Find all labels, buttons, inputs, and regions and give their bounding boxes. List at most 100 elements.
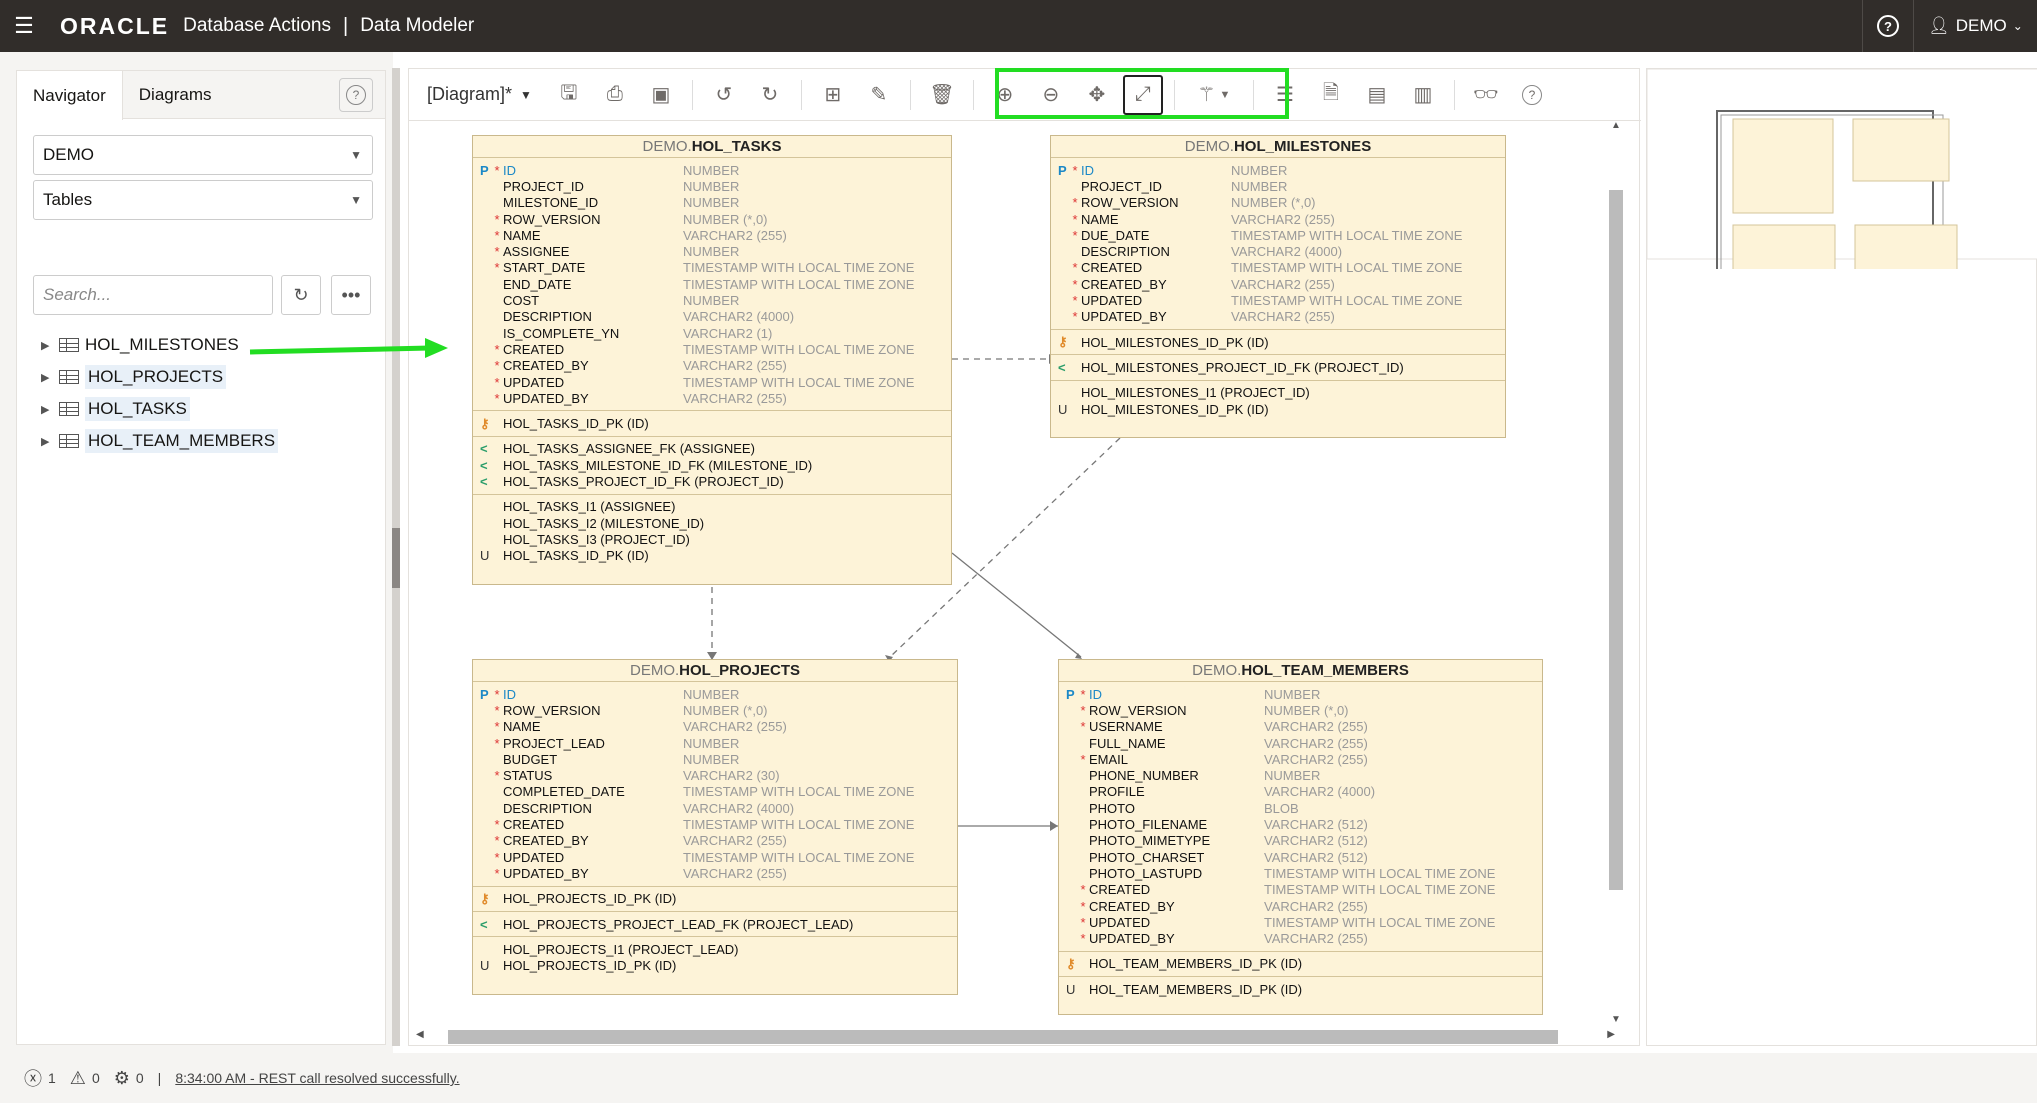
tab-diagrams[interactable]: Diagrams — [123, 71, 228, 118]
help-circle-icon: ? — [1521, 84, 1542, 105]
column-row: * NAME VARCHAR2 (255) — [473, 719, 957, 735]
entity-hol-projects[interactable]: DEMO.HOL_PROJECTS P * ID NUMBER * ROW_VERSION… — [472, 659, 958, 995]
refresh-button[interactable]: ↻ — [281, 275, 321, 315]
diagram-select[interactable]: [Diagram]* ▼ — [427, 84, 532, 105]
expand-triangle-icon[interactable]: ▶ — [41, 371, 59, 384]
vertical-scroll-thumb[interactable] — [1609, 190, 1623, 890]
ddl-button[interactable]: 🗎 — [1311, 75, 1351, 115]
column-row: * NAME VARCHAR2 (255) — [473, 227, 951, 243]
entity-hol-milestones[interactable]: DEMO.HOL_MILESTONES P * ID NUMBER PROJECT_ID… — [1050, 135, 1506, 438]
keys-section: ⚷ HOL_MILESTONES_ID_PK (ID) — [1051, 330, 1505, 356]
entity-hol-tasks[interactable]: DEMO.HOL_TASKS P * ID NUMBER PROJECT_ID NUMBE… — [472, 135, 952, 585]
oracle-logo: ORACLE — [60, 12, 170, 39]
column-name: DUE_DATE — [1081, 227, 1150, 243]
column-type: TIMESTAMP WITH LOCAL TIME ZONE — [683, 260, 915, 276]
redo-button[interactable]: ↻ — [750, 75, 790, 115]
mandatory-marker: * — [494, 686, 500, 702]
document-search-icon: 🗎 — [1322, 81, 1339, 104]
horizontal-scroll-thumb[interactable] — [448, 1030, 1558, 1044]
save-button[interactable]: 🖫︎ — [549, 75, 589, 115]
unique-marker: U — [1058, 401, 1068, 417]
column-type: TIMESTAMP WITH LOCAL TIME ZONE — [1231, 260, 1463, 276]
error-icon[interactable]: ⓧ — [24, 1065, 42, 1091]
schema-select[interactable]: DEMO ▼ — [33, 135, 373, 175]
column-type: VARCHAR2 (255) — [1264, 735, 1368, 751]
object-type-value: Tables — [43, 190, 93, 209]
foreign-key-row: < HOL_TASKS_PROJECT_ID_FK (PROJECT_ID) — [473, 473, 951, 489]
scroll-right-icon[interactable]: ▶ — [1607, 1029, 1615, 1040]
mandatory-marker: * — [1080, 898, 1086, 914]
object-type-select[interactable]: Tables ▼ — [33, 180, 373, 220]
column-type: NUMBER — [683, 162, 740, 178]
column-name: COST — [503, 293, 540, 309]
tree-item-hol-team-members[interactable]: ▶ HOL_TEAM_MEMBERS — [41, 427, 279, 455]
column-row: * UPDATED TIMESTAMP WITH LOCAL TIME ZONE — [473, 374, 951, 390]
column-type: VARCHAR2 (255) — [683, 833, 787, 849]
view-option-button[interactable]: ▤ — [1357, 75, 1397, 115]
tree-item-hol-tasks[interactable]: ▶ HOL_TASKS — [41, 395, 190, 423]
undo-button[interactable]: ↺ — [704, 75, 744, 115]
column-name: UPDATED_BY — [503, 865, 589, 881]
task-count: 0 — [135, 1070, 144, 1086]
expand-triangle-icon[interactable]: ▶ — [41, 339, 59, 352]
column-type: TIMESTAMP WITH LOCAL TIME ZONE — [1264, 865, 1496, 881]
tree-item-hol-projects[interactable]: ▶ HOL_PROJECTS — [41, 363, 227, 391]
column-name: PHOTO_MIMETYPE — [1089, 833, 1211, 849]
export-image-button[interactable]: ▣ — [641, 75, 681, 115]
delete-button[interactable]: 🗑︎ — [922, 75, 962, 115]
status-message-link[interactable]: 8:34:00 AM - REST call resolved successf… — [175, 1070, 459, 1086]
search-input[interactable]: Search... — [33, 275, 273, 315]
column-row: DESCRIPTION VARCHAR2 (4000) — [473, 309, 951, 325]
help-button[interactable]: ? — [1862, 0, 1913, 52]
column-name: MILESTONE_ID — [503, 195, 599, 211]
hamburger-menu-icon[interactable]: ☰ — [0, 0, 48, 52]
index-row: HOL_TASKS_I1 (ASSIGNEE) — [473, 499, 951, 515]
column-name: PHOTO_LASTUPD — [1089, 865, 1203, 881]
more-options-button[interactable]: ••• — [331, 275, 371, 315]
column-type: VARCHAR2 (255) — [1231, 211, 1335, 227]
minimap[interactable] — [1646, 68, 2037, 322]
tab-navigator[interactable]: Navigator — [17, 71, 123, 120]
tree-item-hol-milestones[interactable]: ▶ HOL_MILESTONES — [41, 331, 239, 359]
column-row: P * ID NUMBER — [473, 162, 951, 178]
fk-name: HOL_TASKS_MILESTONE_ID_FK (MILESTONE_ID) — [503, 457, 813, 473]
column-name: PROJECT_LEAD — [503, 735, 605, 751]
navigator-help-button[interactable]: ? — [339, 78, 373, 112]
index-name: HOL_TASKS_I1 (ASSIGNEE) — [503, 499, 676, 515]
expand-triangle-icon[interactable]: ▶ — [41, 403, 59, 416]
binoculars-icon: 👓︎ — [1473, 84, 1499, 106]
column-row: * UPDATED_BY VARCHAR2 (255) — [473, 865, 957, 881]
column-name: PROFILE — [1089, 784, 1145, 800]
find-button[interactable]: 👓︎ — [1466, 75, 1506, 115]
edit-button[interactable]: ✎ — [859, 75, 899, 115]
diagram-help-button[interactable]: ? — [1512, 75, 1552, 115]
scroll-left-icon[interactable]: ◀ — [416, 1029, 424, 1040]
left-splitter[interactable] — [392, 68, 400, 1046]
add-table-button[interactable]: ⊞ — [813, 75, 853, 115]
print-button[interactable]: ⎙ — [595, 75, 635, 115]
entity-hol-team-members[interactable]: DEMO.HOL_TEAM_MEMBERS P * ID NUMBER * ROW_VER… — [1058, 659, 1543, 1015]
column-row: COMPLETED_DATE TIMESTAMP WITH LOCAL TIME … — [473, 784, 957, 800]
column-row: BUDGET NUMBER — [473, 751, 957, 767]
warning-icon[interactable]: ⚠ — [70, 1068, 86, 1089]
mandatory-marker: * — [494, 865, 500, 881]
column-name: FULL_NAME — [1089, 735, 1166, 751]
toolbar-divider — [972, 79, 974, 110]
expand-triangle-icon[interactable]: ▶ — [41, 435, 59, 448]
gear-icon[interactable]: ⚙ — [114, 1068, 130, 1089]
horizontal-scrollbar[interactable]: ◀ ▶ — [408, 1028, 1623, 1044]
user-menu[interactable]: 👤︎ DEMO ⌄ — [1913, 0, 2037, 52]
mandatory-marker: * — [1072, 293, 1078, 309]
splitter-grip[interactable] — [392, 528, 400, 588]
mandatory-marker: * — [1072, 276, 1078, 292]
view-option2-button[interactable]: ▥ — [1403, 75, 1443, 115]
key-name: HOL_TEAM_MEMBERS_ID_PK (ID) — [1089, 956, 1303, 972]
column-name: ID — [1089, 686, 1102, 702]
column-row: * UPDATED TIMESTAMP WITH LOCAL TIME ZONE — [1059, 914, 1542, 930]
scroll-up-icon[interactable]: ▲ — [1611, 120, 1621, 131]
column-type: TIMESTAMP WITH LOCAL TIME ZONE — [1231, 227, 1463, 243]
column-type: VARCHAR2 (512) — [1264, 849, 1368, 865]
column-name: CREATED_BY — [503, 833, 589, 849]
vertical-scrollbar[interactable]: ▲ ▼ — [1608, 120, 1624, 1025]
scroll-down-icon[interactable]: ▼ — [1611, 1014, 1621, 1025]
